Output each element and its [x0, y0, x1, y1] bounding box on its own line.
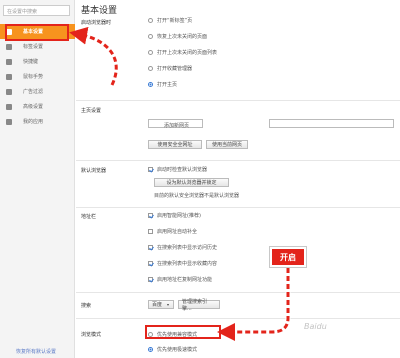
arrow-to-basic-settings — [69, 26, 118, 86]
enable-callout: 开启 — [269, 246, 307, 268]
arrow-to-compat-mode — [226, 268, 291, 335]
watermark-logo: Baidu — [304, 322, 327, 331]
arrow-to-compat-mode — [217, 268, 290, 341]
annotation-arrows — [69, 26, 291, 341]
